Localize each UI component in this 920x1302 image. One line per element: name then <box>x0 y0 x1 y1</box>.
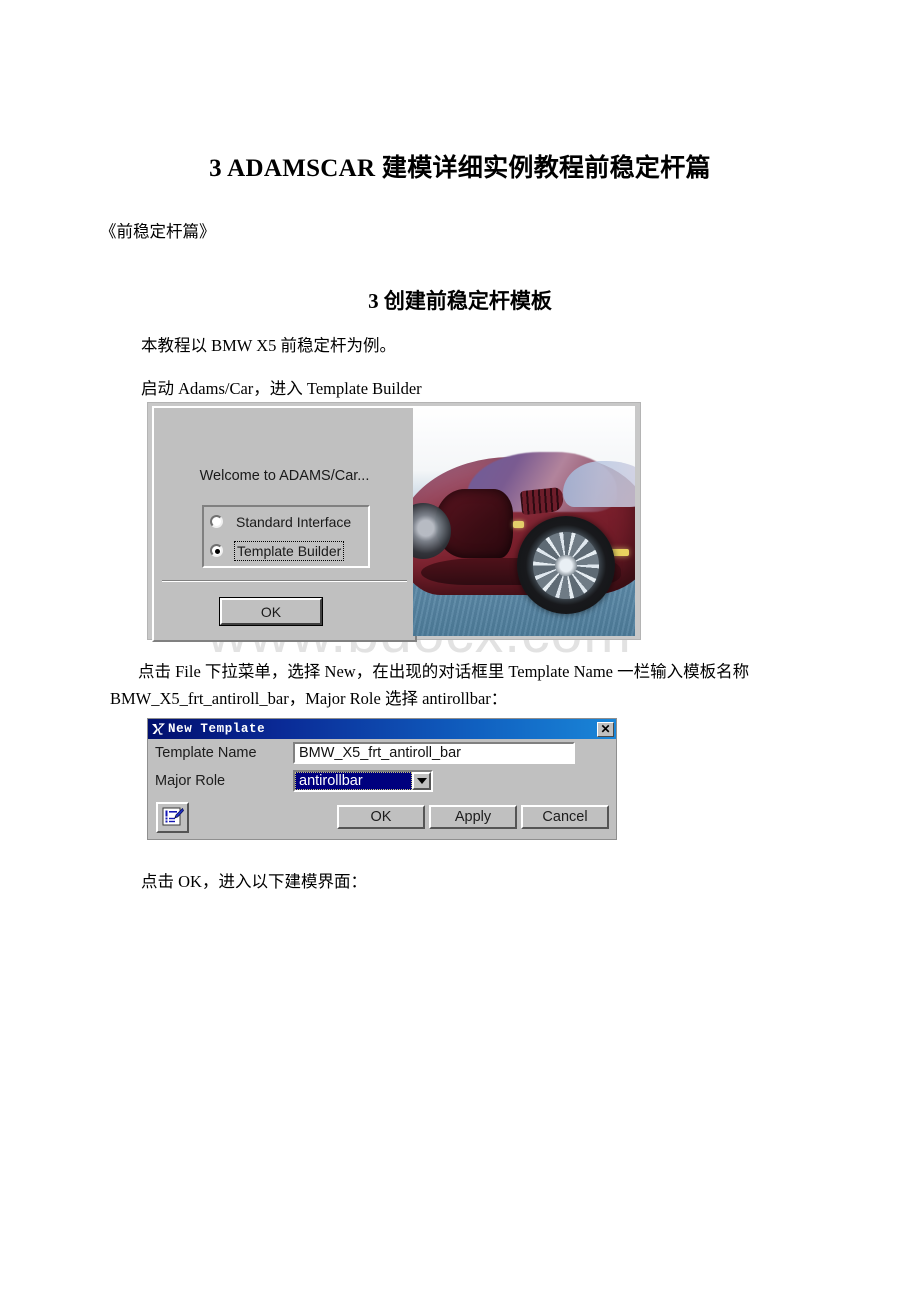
page-title: 3 ADAMSCAR 建模详细实例教程前稳定杆篇 <box>209 155 711 182</box>
horizontal-divider <box>162 580 407 582</box>
radio-template-builder[interactable]: Template Builder <box>204 536 368 565</box>
paragraph-launch: 启动 Adams/Car，进入 Template Builder <box>141 379 422 398</box>
radio-standard-interface[interactable]: Standard Interface <box>204 507 368 536</box>
major-role-label: Major Role <box>155 773 226 789</box>
note-edit-icon[interactable] <box>156 801 189 833</box>
car-front-wheel <box>517 516 615 615</box>
adams-logo-icon <box>151 722 165 736</box>
subtitle: 《前稳定杆篇》 <box>100 222 216 241</box>
ok-button[interactable]: OK <box>337 805 425 829</box>
paragraph-example: 本教程以 BMW X5 前稳定杆为例。 <box>141 336 396 355</box>
car-side-marker-light <box>513 521 524 528</box>
radio-selected-icon[interactable] <box>210 544 223 557</box>
welcome-ok-button[interactable]: OK <box>220 598 322 625</box>
dialog-button-row: OK Apply Cancel <box>148 798 616 836</box>
new-template-dialog-figure: New Template ✕ Template Name BMW_X5_frt_… <box>147 718 617 840</box>
template-name-input[interactable]: BMW_X5_frt_antiroll_bar <box>293 742 575 764</box>
paragraph-new-template-steps: 点击 File 下拉菜单，选择 New，在出现的对话框里 Template Na… <box>110 662 750 708</box>
major-role-select[interactable]: antirollbar <box>293 770 433 792</box>
close-icon[interactable]: ✕ <box>597 721 614 737</box>
major-role-row: Major Role antirollbar <box>148 767 616 795</box>
welcome-dialog-figure: Welcome to ADAMS/Car... Standard Interfa… <box>147 402 641 642</box>
dialog-actions: OK Apply Cancel <box>337 805 609 829</box>
paragraph-click-ok: 点击 OK，进入以下建模界面： <box>141 872 367 891</box>
document-page: 3 ADAMSCAR 建模详细实例教程前稳定杆篇 《前稳定杆篇》 3 创建前稳定… <box>0 0 920 1302</box>
car-render-image <box>413 406 635 636</box>
cancel-button[interactable]: Cancel <box>521 805 609 829</box>
welcome-dialog-panel: Welcome to ADAMS/Car... Standard Interfa… <box>152 406 417 642</box>
template-name-row: Template Name BMW_X5_frt_antiroll_bar <box>148 739 616 767</box>
welcome-prompt: Welcome to ADAMS/Car... <box>199 468 370 484</box>
interface-radio-group: Standard Interface Template Builder <box>202 505 370 568</box>
apply-button[interactable]: Apply <box>429 805 517 829</box>
chevron-down-icon[interactable] <box>412 772 431 790</box>
template-name-label: Template Name <box>155 745 257 761</box>
section-heading: 3 创建前稳定杆模板 <box>368 289 552 313</box>
major-role-selected-value[interactable]: antirollbar <box>295 772 412 790</box>
radio-unselected-icon[interactable] <box>210 515 223 528</box>
dialog-titlebar: New Template ✕ <box>148 719 616 739</box>
radio-label-standard-interface: Standard Interface <box>236 513 352 530</box>
dialog-title-text: New Template <box>168 722 266 736</box>
radio-label-template-builder: Template Builder <box>234 540 345 561</box>
